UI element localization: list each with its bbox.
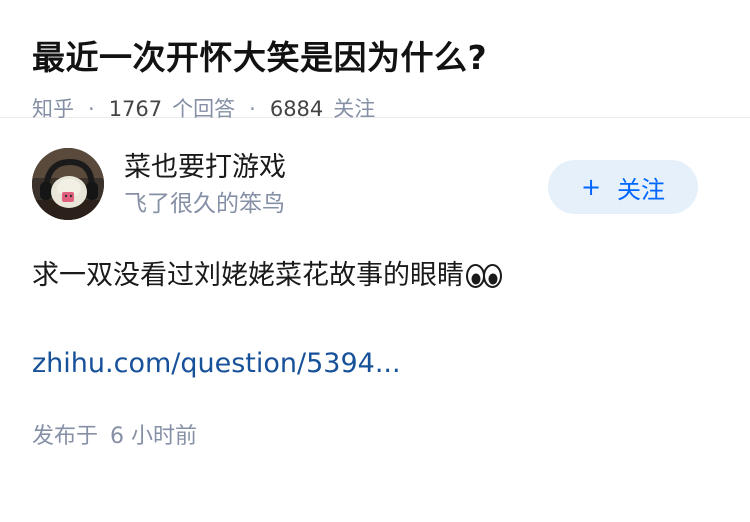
question-title[interactable]: 最近一次开怀大笑是因为什么?: [32, 34, 718, 82]
publish-time-value: 6 小时前: [110, 424, 198, 449]
publish-time: 发布于 6 小时前: [32, 422, 718, 452]
author-info: 菜也要打游戏 飞了很久的笨鸟: [124, 150, 286, 220]
follower-count-label: 关注: [333, 97, 376, 121]
answer-item: 菜也要打游戏 飞了很久的笨鸟 + 关注 求一双没看过刘姥姥菜花故事的眼睛 zhi…: [0, 148, 750, 452]
question-header: 最近一次开怀大笑是因为什么? 知乎 · 1767 个回答 · 6884 关注: [0, 0, 750, 121]
meta-separator: ·: [88, 97, 95, 121]
question-meta: 知乎 · 1767 个回答 · 6884 关注: [32, 94, 718, 124]
follow-button[interactable]: + 关注: [548, 160, 698, 214]
avatar[interactable]: [32, 148, 104, 220]
zhihu-question-page: 最近一次开怀大笑是因为什么? 知乎 · 1767 个回答 · 6884 关注 菜…: [0, 0, 750, 522]
follower-count: 6884: [269, 97, 324, 121]
answer-count-label: 个回答: [172, 97, 236, 121]
answer-content-text: 求一双没看过刘姥姥菜花故事的眼睛: [32, 260, 464, 291]
author-name[interactable]: 菜也要打游戏: [124, 150, 286, 186]
meta-separator: ·: [249, 97, 256, 121]
publish-label: 发布于: [32, 424, 99, 449]
author-row: 菜也要打游戏 飞了很久的笨鸟 + 关注: [32, 148, 718, 248]
source-label: 知乎: [32, 97, 74, 121]
avatar-image: [32, 148, 104, 220]
answer-count: 1767: [108, 97, 163, 121]
follow-button-label: 关注: [617, 175, 666, 204]
answer-content: 求一双没看过刘姥姥菜花故事的眼睛: [32, 256, 718, 296]
eyes-icon: [466, 261, 502, 291]
author-bio: 飞了很久的笨鸟: [124, 191, 285, 217]
plus-icon: +: [580, 173, 602, 201]
question-link[interactable]: zhihu.com/question/5394...: [32, 344, 718, 384]
